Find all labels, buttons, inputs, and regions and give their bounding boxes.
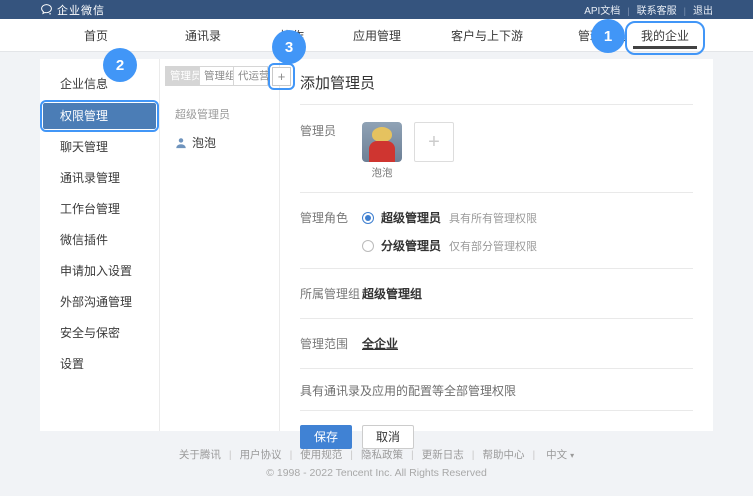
tab-administrators[interactable]: 管理员	[165, 66, 200, 86]
role2-desc: 仅有部分管理权限	[449, 238, 537, 254]
tab-admin-groups[interactable]: 管理组	[199, 66, 234, 86]
footer-language-select[interactable]: 中文▾	[525, 447, 575, 462]
cancel-button[interactable]: 取消	[362, 425, 414, 449]
role-field-label: 管理角色	[300, 209, 362, 254]
add-admin-form: 添加管理员 管理员 泡泡 + 管理角色 超级管理员	[280, 59, 713, 431]
sidebar-item-wechat-plugin[interactable]: 微信插件	[40, 225, 159, 256]
footer-link-privacy[interactable]: 隐私政策	[342, 447, 403, 462]
super-admin-section-label: 超级管理员	[165, 106, 279, 122]
avatar-hat-shape	[372, 127, 392, 142]
topbar: 企业微信 API文档 联系客服 退出	[0, 0, 753, 19]
caret-down-icon: ▾	[570, 451, 574, 460]
sidebar-item-contacts-management[interactable]: 通讯录管理	[40, 163, 159, 194]
role-option-super-admin[interactable]: 超级管理员 具有所有管理权限	[362, 209, 537, 226]
sidebar-item-workbench-management[interactable]: 工作台管理	[40, 194, 159, 225]
nav-item-my-enterprise[interactable]: 我的企业	[641, 19, 689, 52]
topbar-link-logout[interactable]: 退出	[677, 2, 713, 17]
role-option-sub-admin[interactable]: 分级管理员 仅有部分管理权限	[362, 237, 537, 254]
topbar-link-contact-support[interactable]: 联系客服	[620, 2, 676, 17]
logo: 企业微信	[40, 2, 105, 18]
sidebar-item-security-privacy[interactable]: 安全与保密	[40, 318, 159, 349]
role2-name: 分级管理员	[381, 237, 441, 254]
annotation-callout-3: 3	[272, 30, 306, 64]
person-icon	[175, 137, 187, 149]
page-footer: 关于腾讯 用户协议 使用规范 隐私政策 更新日志 帮助中心 中文▾ © 1998…	[0, 447, 753, 479]
footer-link-agreement[interactable]: 用户协议	[221, 447, 282, 462]
annotation-callout-1: 1	[591, 19, 625, 53]
logo-text: 企业微信	[57, 2, 105, 18]
selected-admin-avatar[interactable]	[362, 122, 402, 162]
topbar-link-api-docs[interactable]: API文档	[584, 2, 620, 17]
page-title: 添加管理员	[300, 72, 693, 105]
admin-member-name: 泡泡	[192, 134, 216, 151]
active-nav-underline	[633, 46, 697, 49]
nav-item-contacts[interactable]: 通讯录	[185, 19, 221, 52]
content-card: 企业信息 权限管理 聊天管理 通讯录管理 工作台管理 微信插件 申请加入设置 外…	[40, 59, 713, 431]
sidebar-item-permission-management[interactable]: 权限管理	[43, 103, 156, 129]
add-admin-plus-button[interactable]: +	[272, 67, 291, 86]
main-nav: 首页 通讯录 协作 应用管理 客户与上下游 管理工具 我的企业	[0, 19, 753, 52]
footer-link-about[interactable]: 关于腾讯	[179, 447, 221, 462]
sidebar-item-enterprise-info[interactable]: 企业信息	[40, 69, 159, 100]
role1-name: 超级管理员	[381, 209, 441, 226]
sidebar-item-chat-management[interactable]: 聊天管理	[40, 132, 159, 163]
avatar-body-shape	[369, 141, 395, 162]
nav-item-app-management[interactable]: 应用管理	[353, 19, 401, 52]
permission-note: 具有通讯录及应用的配置等全部管理权限	[300, 369, 693, 411]
sidebar-item-settings[interactable]: 设置	[40, 349, 159, 380]
tab-agent-ops[interactable]: 代运营	[233, 66, 268, 86]
add-member-button[interactable]: +	[414, 122, 454, 162]
footer-links: 关于腾讯 用户协议 使用规范 隐私政策 更新日志 帮助中心 中文▾	[0, 447, 753, 462]
chat-bubble-icon	[40, 3, 53, 16]
settings-sidebar: 企业信息 权限管理 聊天管理 通讯录管理 工作台管理 微信插件 申请加入设置 外…	[40, 59, 160, 431]
radio-checked-icon[interactable]	[362, 212, 374, 224]
footer-link-help[interactable]: 帮助中心	[464, 447, 525, 462]
admin-tabs: 管理员 管理组 代运营 +	[165, 66, 279, 86]
group-field-label: 所属管理组	[300, 285, 362, 302]
scope-field-row: 管理范围 全企业	[300, 319, 693, 369]
topbar-links: API文档 联系客服 退出	[584, 2, 713, 17]
sidebar-item-external-communication[interactable]: 外部沟通管理	[40, 287, 159, 318]
footer-link-usage[interactable]: 使用规范	[282, 447, 343, 462]
radio-unchecked-icon[interactable]	[362, 240, 374, 252]
role1-desc: 具有所有管理权限	[449, 210, 537, 226]
nav-item-customers[interactable]: 客户与上下游	[451, 19, 523, 52]
admin-field-label: 管理员	[300, 122, 362, 180]
annotation-callout-2: 2	[103, 48, 137, 82]
admin-list-panel: 管理员 管理组 代运营 + 超级管理员 泡泡	[160, 59, 280, 431]
copyright-text: © 1998 - 2022 Tencent Inc. All Rights Re…	[0, 467, 753, 479]
role-field-row: 管理角色 超级管理员 具有所有管理权限 分级管理员 仅有部分管理权限	[300, 193, 693, 269]
avatar-name: 泡泡	[372, 165, 393, 180]
footer-link-changelog[interactable]: 更新日志	[403, 447, 464, 462]
admin-field-row: 管理员 泡泡 +	[300, 105, 693, 193]
group-value: 超级管理组	[362, 285, 422, 302]
scope-field-label: 管理范围	[300, 335, 362, 352]
admin-member-row[interactable]: 泡泡	[165, 134, 279, 151]
save-button[interactable]: 保存	[300, 425, 352, 449]
nav-item-home[interactable]: 首页	[84, 19, 108, 52]
group-field-row: 所属管理组 超级管理组	[300, 269, 693, 319]
scope-value-link[interactable]: 全企业	[362, 335, 398, 352]
sidebar-item-join-settings[interactable]: 申请加入设置	[40, 256, 159, 287]
